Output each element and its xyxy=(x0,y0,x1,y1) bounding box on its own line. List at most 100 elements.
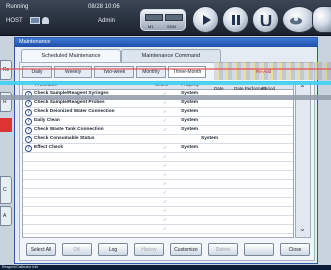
table-row[interactable]: ✓ xyxy=(23,153,293,162)
procedure-name: Daily Clean xyxy=(34,118,60,123)
analyzer-status-button[interactable]: M1 SDM xyxy=(140,9,186,31)
table-row[interactable]: ✓ xyxy=(23,180,293,189)
table-row[interactable]: ? Check Consumable Status System xyxy=(23,135,293,144)
overlay-artifact xyxy=(214,62,331,80)
pause-button[interactable] xyxy=(222,6,249,33)
reagent-tray-button[interactable] xyxy=(312,6,331,33)
help-icon[interactable]: ? xyxy=(25,127,32,134)
select-checkbox[interactable]: ✓ xyxy=(163,190,167,196)
table-row[interactable]: ✓ xyxy=(23,207,293,216)
analyzer-module-icon xyxy=(165,14,183,21)
taskbar-text: Reagent/Calibrator Info xyxy=(2,265,39,269)
analyzer-label: SDM xyxy=(167,24,176,29)
select-checkbox[interactable]: ✓ xyxy=(163,172,167,178)
procedure-property: System xyxy=(181,127,199,132)
procedure-name: Effect Check xyxy=(34,145,64,150)
top-tab-bar: Scheduled Maintenance Maintenance Comman… xyxy=(21,49,221,62)
system-status: Running xyxy=(6,4,29,10)
side-button[interactable]: A xyxy=(0,206,12,226)
alarm-indicator xyxy=(0,118,12,132)
procedure-table: ? Check Sample/Reagent Syringes ✓ System… xyxy=(22,90,294,238)
play-icon xyxy=(203,15,211,25)
pause-icon xyxy=(232,15,240,25)
procedure-property: System xyxy=(181,118,199,123)
maintenance-panel: Daily Weekly Two-week Monthly Three-Mont… xyxy=(19,62,315,261)
table-row[interactable]: ✓ xyxy=(23,171,293,180)
side-button-label: A xyxy=(3,213,7,219)
tab-scheduled-maintenance[interactable]: Scheduled Maintenance xyxy=(21,49,121,62)
help-icon[interactable]: ? xyxy=(25,145,32,152)
scroll-up-icon[interactable]: ⌃ xyxy=(299,84,306,93)
help-icon[interactable]: ? xyxy=(25,118,32,125)
delete-button[interactable]: Delete xyxy=(208,243,238,256)
host-connection-icon xyxy=(30,17,40,24)
select-checkbox[interactable]: ✓ xyxy=(163,208,167,214)
overlay-text: Date xyxy=(214,86,224,91)
blank-button[interactable] xyxy=(244,243,274,256)
table-row[interactable]: ✓ xyxy=(23,225,293,234)
select-checkbox[interactable]: ✓ xyxy=(163,118,167,124)
overlay-artifact xyxy=(0,68,331,70)
table-row[interactable]: ✓ xyxy=(23,216,293,225)
help-icon[interactable]: ? xyxy=(25,100,32,107)
bottom-taskbar: Reagent/Calibrator Info xyxy=(0,265,331,270)
history-button[interactable]: History xyxy=(134,243,164,256)
close-button[interactable]: Close xyxy=(280,243,310,256)
analyzer-module-icon xyxy=(145,14,163,21)
overlay-text: Re-Add xyxy=(256,69,272,74)
ok-button[interactable]: OK xyxy=(62,243,92,256)
tab-maintenance-command[interactable]: Maintenance Command xyxy=(121,49,221,62)
procedure-property: System xyxy=(181,100,199,105)
help-icon[interactable]: ? xyxy=(25,109,32,116)
overlay-text: Period xyxy=(262,86,276,91)
table-row[interactable]: ✓ xyxy=(23,198,293,207)
help-icon[interactable]: ? xyxy=(25,136,32,143)
select-checkbox[interactable]: ✓ xyxy=(163,100,167,106)
table-scrollbar[interactable]: ⌃ ⌄ xyxy=(295,81,311,238)
select-checkbox[interactable]: ✓ xyxy=(163,226,167,232)
select-checkbox[interactable]: ✓ xyxy=(163,145,167,151)
dialog-title: Maintenance xyxy=(15,38,317,47)
date-time: 08/28 10:06 xyxy=(88,4,120,10)
start-button[interactable] xyxy=(192,6,219,33)
select-checkbox[interactable]: ✓ xyxy=(163,109,167,115)
side-button-label: C xyxy=(3,187,7,193)
stop-icon xyxy=(260,15,272,26)
table-row[interactable]: ? Check Deionized Water Connection ✓ Sys… xyxy=(23,108,293,117)
select-checkbox[interactable]: ✓ xyxy=(163,181,167,187)
top-status-bar: Running 08/28 10:06 HOST Admin M1 SDM xyxy=(0,0,331,36)
table-row[interactable]: ✓ xyxy=(23,162,293,171)
select-checkbox[interactable]: ✓ xyxy=(163,127,167,133)
dialog-button-bar: Select All OK Log History Customize Dele… xyxy=(22,240,314,258)
sample-tray-button[interactable] xyxy=(282,6,316,33)
overlay-artifact xyxy=(0,81,331,85)
select-checkbox[interactable]: ✓ xyxy=(163,154,167,160)
procedure-name: Check Consumable Status xyxy=(34,136,95,141)
procedure-name: Check Waste Tank Connection xyxy=(34,127,104,132)
side-button[interactable]: C xyxy=(0,176,12,204)
table-row[interactable]: ✓ xyxy=(23,189,293,198)
procedure-property: System xyxy=(181,145,199,150)
table-row[interactable]: ? Check Waste Tank Connection ✓ System xyxy=(23,126,293,135)
user-icon xyxy=(42,17,49,24)
side-button[interactable]: Re xyxy=(0,60,12,80)
select-checkbox[interactable]: ✓ xyxy=(163,217,167,223)
stop-button[interactable] xyxy=(252,6,279,33)
procedure-property: System xyxy=(201,136,219,141)
procedure-name: Check Sample/Reagent Probes xyxy=(34,100,105,105)
host-label: HOST xyxy=(6,18,23,24)
user-name: Admin xyxy=(98,18,116,24)
procedure-name: Check Deionized Water Connection xyxy=(34,109,115,114)
select-checkbox[interactable]: ✓ xyxy=(163,199,167,205)
tray-icon xyxy=(290,17,302,25)
scroll-down-icon[interactable]: ⌄ xyxy=(299,224,306,233)
log-button[interactable]: Log xyxy=(98,243,128,256)
analyzer-label: M1 xyxy=(148,24,154,29)
select-all-button[interactable]: Select All xyxy=(26,243,56,256)
table-row[interactable]: ? Daily Clean ✓ System xyxy=(23,117,293,126)
select-checkbox[interactable]: ✓ xyxy=(163,163,167,169)
customize-button[interactable]: Customize xyxy=(170,243,202,256)
table-row[interactable]: ? Effect Check ✓ System xyxy=(23,144,293,153)
table-row[interactable]: ? Check Sample/Reagent Probes ✓ System xyxy=(23,99,293,108)
procedure-property: System xyxy=(181,109,199,114)
